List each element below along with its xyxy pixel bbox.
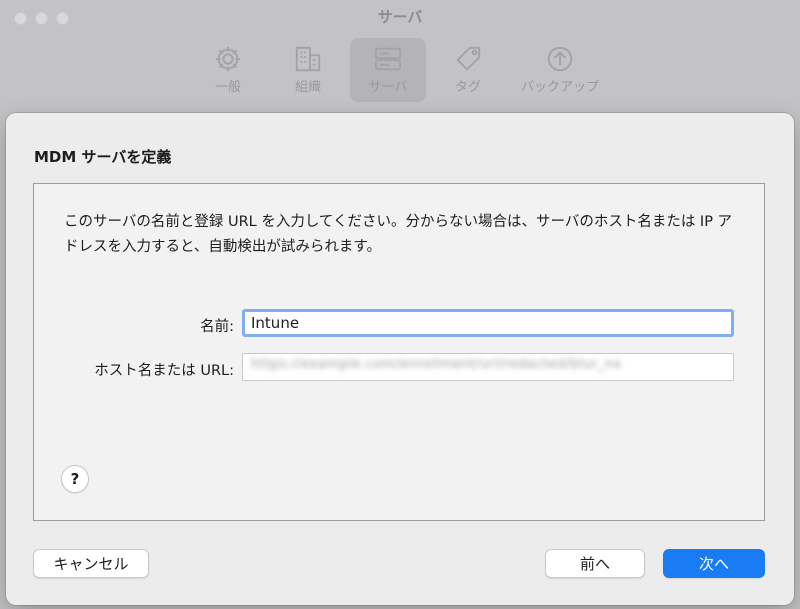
next-button[interactable]: 次へ <box>663 549 765 578</box>
toolbar-item-organization[interactable]: 組織 <box>270 38 346 102</box>
cancel-button[interactable]: キャンセル <box>33 549 149 578</box>
gear-icon <box>215 46 241 72</box>
define-mdm-server-sheet: MDM サーバを定義 このサーバの名前と登録 URL を入力してください。分から… <box>6 113 794 605</box>
toolbar-item-general[interactable]: 一般 <box>190 38 266 102</box>
toolbar-item-label: サーバ <box>368 80 408 95</box>
host-url-value: https://example.com/enrollment/url/redac… <box>251 357 622 372</box>
server-icon <box>374 47 402 71</box>
name-label: 名前: <box>200 319 234 335</box>
name-field[interactable] <box>242 309 734 337</box>
name-input[interactable] <box>251 313 725 333</box>
back-button[interactable]: 前へ <box>545 549 645 578</box>
toolbar-item-backup[interactable]: バックアップ <box>510 38 610 102</box>
window-title: サーバ <box>377 8 423 26</box>
instructions-text: このサーバの名前と登録 URL を入力してください。分からない場合は、サーバのホ… <box>64 214 733 255</box>
toolbar-item-tags[interactable]: タグ <box>430 38 506 102</box>
toolbar-item-label: 一般 <box>214 80 241 95</box>
toolbar-item-server[interactable]: サーバ <box>350 38 426 102</box>
toolbar-item-label: 組織 <box>294 80 321 95</box>
form-panel: このサーバの名前と登録 URL を入力してください。分からない場合は、サーバのホ… <box>33 183 765 521</box>
host-label: ホスト名または URL: <box>94 363 234 379</box>
building-icon <box>295 46 321 72</box>
preferences-toolbar: 一般 組織 サーバ タグ バックアップ <box>190 38 610 102</box>
toolbar-item-label: バックアップ <box>520 80 599 95</box>
tag-icon <box>456 46 481 71</box>
sheet-title: MDM サーバを定義 <box>34 148 172 166</box>
help-button[interactable]: ? <box>61 465 89 493</box>
toolbar-item-label: タグ <box>454 80 481 95</box>
host-url-field[interactable]: https://example.com/enrollment/url/redac… <box>242 353 734 381</box>
backup-arrow-icon <box>547 46 573 72</box>
